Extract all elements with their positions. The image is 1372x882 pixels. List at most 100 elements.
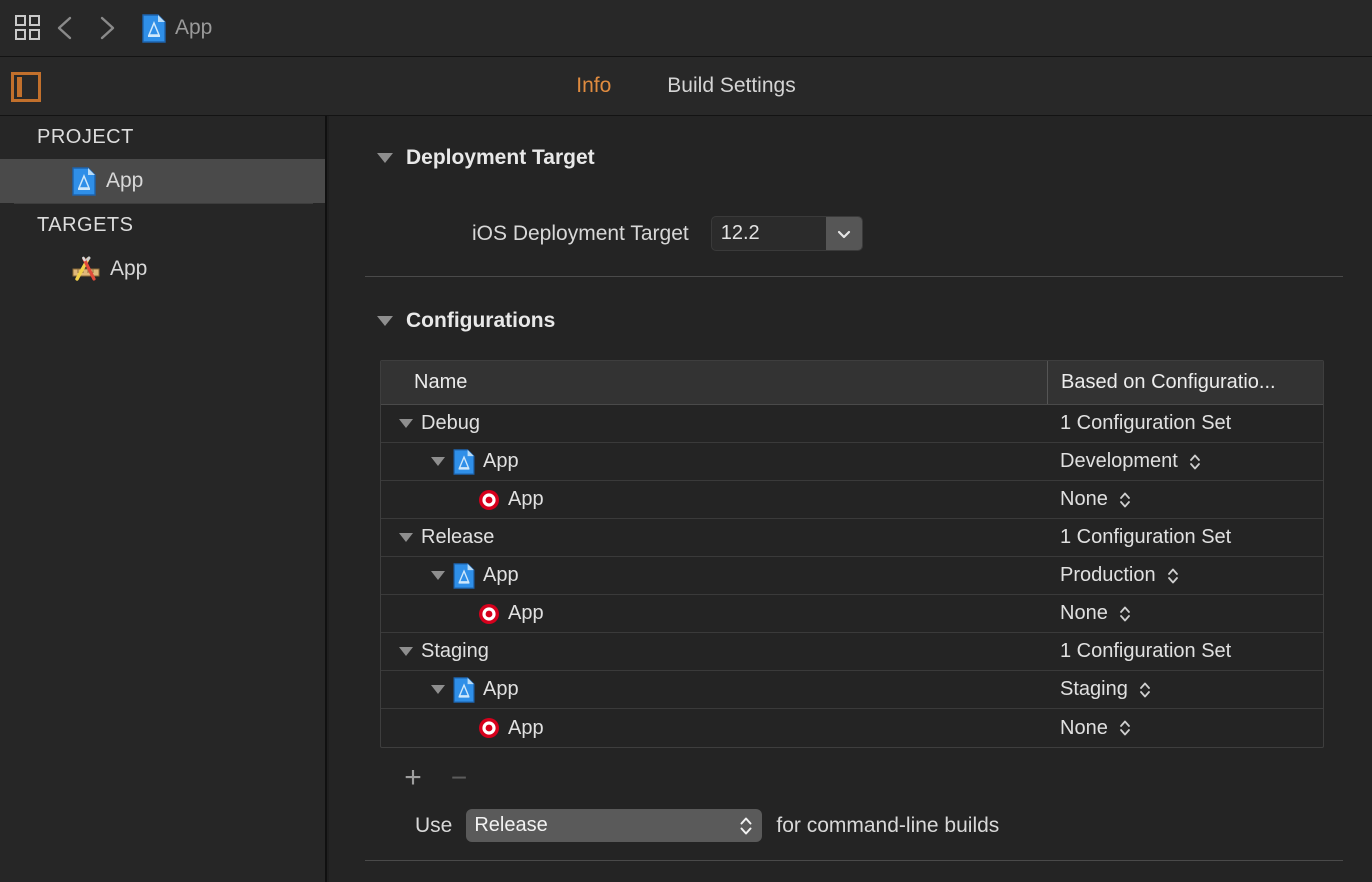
xcode-project-editor-window: App Info Build Settings PROJECT App TARG… [0,0,1372,882]
remove-configuration-button: − [450,762,468,793]
command-line-configuration-popup[interactable]: Release [466,809,763,842]
configuration-name: App [508,602,544,624]
cell-based-on[interactable]: Staging [1047,678,1323,701]
back-button[interactable] [44,7,86,49]
stepper-updown-icon[interactable] [1118,604,1132,624]
breadcrumb-title: App [175,16,213,39]
cell-name: App [381,488,1047,511]
navigator-grid-icon[interactable] [14,13,44,43]
based-on-value: None [1060,602,1108,624]
add-configuration-button[interactable]: + [402,763,424,793]
cell-based-on[interactable]: None [1047,717,1323,740]
xcode-project-icon [72,166,96,196]
target-ruler-pencil-icon [72,256,100,282]
disclosure-triangle-icon[interactable] [431,571,445,580]
editor-tabs: Info Build Settings [0,57,1372,115]
deployment-target-section-header[interactable]: Deployment Target [377,146,595,170]
based-on-value: 1 Configuration Set [1060,412,1232,434]
column-header-name[interactable]: Name [381,361,1047,404]
cell-name: App [381,676,1047,703]
stepper-updown-icon[interactable] [1138,680,1152,700]
based-on-value: Staging [1060,678,1128,700]
disclosure-triangle-icon[interactable] [431,685,445,694]
breadcrumb[interactable]: App [142,13,213,43]
cell-name: Staging [381,640,1047,663]
section-title-text: Configurations [406,309,556,332]
cell-name: Debug [381,412,1047,435]
cell-based-on[interactable]: None [1047,602,1323,625]
configuration-name: App [508,716,544,739]
ios-deployment-target-combobox[interactable]: 12.2 [710,216,863,251]
configuration-name: App [483,564,519,586]
based-on-value: 1 Configuration Set [1060,526,1232,548]
chevron-down-icon[interactable] [825,217,862,250]
cell-based-on[interactable]: Production [1047,564,1323,587]
xcode-project-icon [453,676,475,703]
command-line-build-row: Use Release for command-line builds [415,809,999,842]
disclosure-triangle-icon[interactable] [431,457,445,466]
ios-deployment-target-label: iOS Deployment Target [472,221,689,245]
configuration-name: Staging [421,640,489,662]
stepper-updown-icon[interactable] [738,815,754,837]
stepper-updown-icon[interactable] [1118,490,1132,510]
disclosure-triangle-icon[interactable] [399,533,413,542]
sidebar-header-project: PROJECT [37,126,134,148]
table-row[interactable]: App Production [381,557,1323,595]
cell-name: App [381,602,1047,625]
section-divider [365,276,1343,277]
cell-based-on: 1 Configuration Set [1047,412,1323,435]
target-bullseye-icon [478,603,500,625]
command-line-prefix-label: Use [415,813,453,837]
sidebar-item-target-app[interactable]: App [0,247,325,291]
table-row[interactable]: App Staging [381,671,1323,709]
tab-info[interactable]: Info [576,74,611,98]
sidebar-item-label: App [106,169,144,192]
disclosure-triangle-icon[interactable] [399,647,413,656]
target-bullseye-icon [478,489,500,511]
table-header-row: Name Based on Configuratio... [381,361,1323,405]
chevron-left-icon [57,16,72,40]
stepper-updown-icon[interactable] [1188,452,1202,472]
table-body: Debug 1 Configuration Set App Development … [381,405,1323,747]
info-panel: Deployment Target iOS Deployment Target … [329,116,1372,882]
cell-name: App [381,448,1047,475]
sidebar-toggle-icon[interactable] [11,72,41,102]
column-header-based-on[interactable]: Based on Configuratio... [1047,361,1323,404]
tab-build-settings[interactable]: Build Settings [667,74,795,98]
stepper-updown-icon[interactable] [1118,718,1132,738]
table-row[interactable]: App None [381,481,1323,519]
table-row[interactable]: Release 1 Configuration Set [381,519,1323,557]
ios-deployment-target-row: iOS Deployment Target 12.2 [472,216,863,251]
bottom-divider [365,860,1343,861]
cell-name: Release [381,526,1047,549]
based-on-value: None [1060,716,1108,739]
disclosure-triangle-icon[interactable] [377,316,393,326]
forward-button[interactable] [86,7,128,49]
table-row[interactable]: Debug 1 Configuration Set [381,405,1323,443]
command-line-configuration-value: Release [474,814,548,836]
sidebar-header-targets: TARGETS [37,214,134,236]
cell-based-on: 1 Configuration Set [1047,640,1323,663]
based-on-value: Production [1060,564,1156,586]
stepper-updown-icon[interactable] [1166,566,1180,586]
table-row[interactable]: App None [381,595,1323,633]
table-row[interactable]: Staging 1 Configuration Set [381,633,1323,671]
cell-based-on[interactable]: Development [1047,450,1323,473]
table-row[interactable]: App None [381,709,1323,747]
sidebar-item-project-app[interactable]: App [0,159,325,203]
xcode-project-icon [142,13,166,43]
disclosure-triangle-icon[interactable] [377,153,393,163]
xcode-project-icon [453,562,475,589]
disclosure-triangle-icon[interactable] [399,419,413,428]
tab-bar: Info Build Settings [0,57,1372,116]
based-on-value: None [1060,488,1108,510]
project-navigator-sidebar: PROJECT App TARGETS App [0,116,327,882]
table-row[interactable]: App Development [381,443,1323,481]
section-title-text: Deployment Target [406,146,595,169]
based-on-value: Development [1060,450,1178,472]
configurations-section-header[interactable]: Configurations [377,309,555,333]
ios-deployment-target-value: 12.2 [720,222,760,244]
cell-based-on: 1 Configuration Set [1047,526,1323,549]
cell-based-on[interactable]: None [1047,488,1323,511]
toolbar: App [0,0,1372,57]
